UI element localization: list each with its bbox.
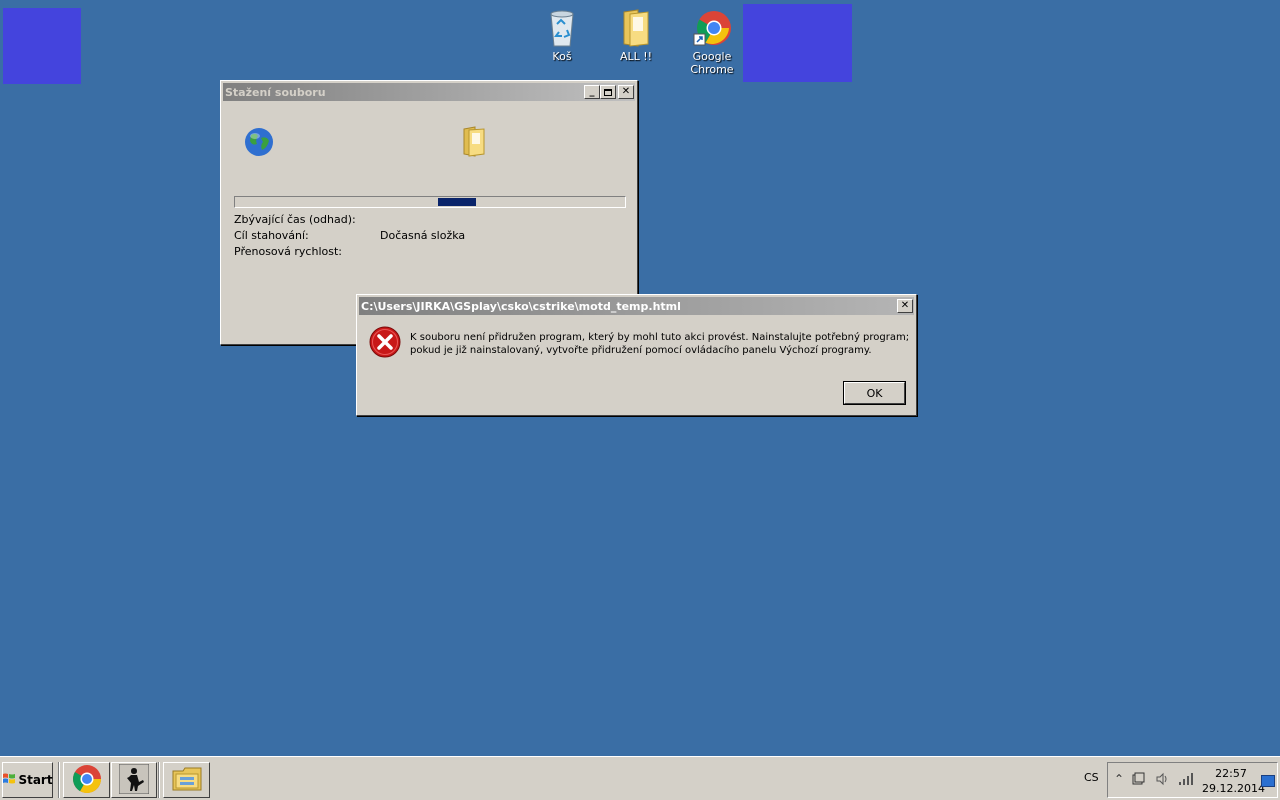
recycle-bin-label: Koš <box>552 50 572 63</box>
folder-icon <box>171 765 203 796</box>
desktop-icon-recycle-bin[interactable]: Koš <box>527 6 597 63</box>
recycle-bin-icon <box>542 6 582 48</box>
destination-label: Cíl stahování: <box>234 229 309 242</box>
info-row-remaining-time: Zbývající čas (odhad): <box>234 213 356 226</box>
action-center-icon[interactable] <box>1130 771 1146 787</box>
error-message-line-2: pokud je již nainstalovaný, vytvořte při… <box>410 345 872 356</box>
minimize-button[interactable]: _ <box>584 85 600 99</box>
taskbar-separator <box>58 762 60 798</box>
download-dialog-titlebar[interactable]: Stažení souboru _ ✕ <box>223 83 635 101</box>
windows-logo-icon <box>2 772 16 789</box>
clock[interactable]: 22:57 29.12.2014 <box>1202 766 1265 796</box>
taskbar: Start CS ⌃ 22:57 29.12.2014 <box>0 756 1280 800</box>
chrome-icon <box>692 6 732 48</box>
maximize-icon <box>604 88 612 96</box>
desktop-block-right <box>743 4 852 82</box>
error-message-line-1: K souboru není přidružen program, který … <box>410 332 910 343</box>
system-tray: ⌃ 22:57 29.12.2014 <box>1107 762 1278 798</box>
desktop-icon-google-chrome[interactable]: Google Chrome <box>677 6 747 76</box>
destination-value: Dočasná složka <box>380 229 466 242</box>
download-dialog-title: Stažení souboru <box>225 85 326 99</box>
network-signal-icon[interactable] <box>1178 771 1194 787</box>
maximize-button[interactable] <box>600 85 616 99</box>
minimize-icon: _ <box>589 86 595 97</box>
progress-chunk <box>438 198 477 206</box>
chrome-label: Google Chrome <box>690 50 734 76</box>
counter-strike-icon <box>118 763 150 797</box>
error-dialog: C:\Users\JIRKA\GSplay\csko\cstrike\motd_… <box>356 294 917 416</box>
error-dialog-titlebar[interactable]: C:\Users\JIRKA\GSplay\csko\cstrike\motd_… <box>359 297 914 315</box>
taskbar-button-chrome[interactable] <box>63 762 110 798</box>
error-message: K souboru není přidružen program, který … <box>410 331 910 357</box>
show-desktop-icon[interactable] <box>1261 775 1275 787</box>
error-dialog-title: C:\Users\JIRKA\GSplay\csko\cstrike\motd_… <box>361 299 681 313</box>
taskbar-button-counter-strike[interactable] <box>111 762 157 798</box>
folder-label: ALL !! <box>619 50 653 63</box>
transfer-rate-label: Přenosová rychlost: <box>234 245 342 258</box>
taskbar-separator <box>158 762 160 798</box>
chrome-icon <box>72 764 102 797</box>
ok-button[interactable]: OK <box>844 382 905 404</box>
start-label: Start <box>18 773 53 787</box>
desktop-icon-folder-all[interactable]: ALL !! <box>601 6 671 63</box>
close-button[interactable]: ✕ <box>897 299 913 313</box>
desktop-block-left <box>3 8 81 84</box>
start-button[interactable]: Start <box>2 762 53 798</box>
folder-icon <box>461 126 489 158</box>
globe-icon <box>243 126 275 158</box>
info-row-destination: Cíl stahování: Dočasná složka <box>234 229 624 242</box>
clock-time: 22:57 <box>1215 767 1247 780</box>
close-icon: ✕ <box>900 300 910 311</box>
error-icon <box>369 326 401 358</box>
remaining-time-label: Zbývající čas (odhad): <box>234 213 356 226</box>
speaker-icon[interactable] <box>1154 771 1170 787</box>
close-icon: ✕ <box>621 86 631 97</box>
chevron-up-icon[interactable]: ⌃ <box>1111 771 1127 787</box>
ok-button-label: OK <box>866 386 883 400</box>
language-indicator[interactable]: CS <box>1084 771 1099 784</box>
taskbar-button-explorer[interactable] <box>163 762 210 798</box>
folder-icon <box>616 6 656 48</box>
close-button[interactable]: ✕ <box>618 85 634 99</box>
info-row-transfer-rate: Přenosová rychlost: <box>234 245 342 258</box>
download-progress-bar <box>234 196 626 208</box>
clock-date: 29.12.2014 <box>1202 782 1265 795</box>
